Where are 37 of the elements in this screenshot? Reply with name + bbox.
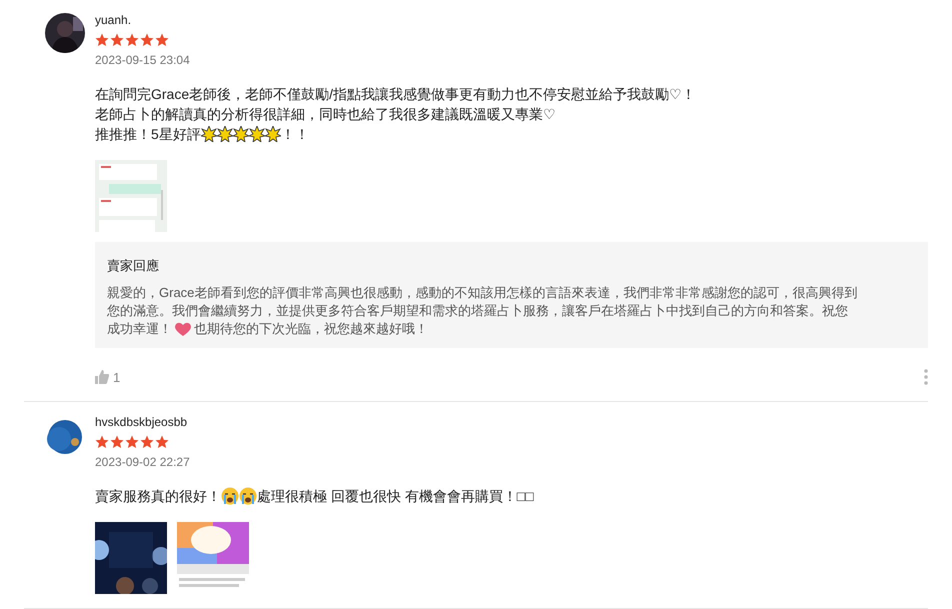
username: hvskdbskbjeosbb (95, 415, 188, 429)
review-date: 2023-09-15 23:04 (95, 53, 191, 67)
sparkle-star-icon (216, 126, 233, 142)
more-icon (924, 369, 928, 386)
star-icon (155, 33, 169, 47)
crying-face-icon (221, 487, 239, 505)
sparkle-star-icon (264, 126, 281, 142)
sparkle-star-icon (200, 126, 217, 142)
like-icon[interactable] (95, 370, 109, 384)
review-date: 2023-09-02 22:27 (95, 455, 191, 469)
star-icon (95, 435, 109, 449)
reply-text: 也期待您的下次光臨，祝您越來越好哦！ (194, 320, 428, 338)
star-icon (110, 33, 124, 47)
review-text: 推推推！5星好評 (95, 125, 201, 144)
star-icon (95, 33, 109, 47)
sparkle-star-icon (232, 126, 249, 142)
avatar (45, 13, 85, 53)
reply-title: 賣家回應 (107, 257, 160, 275)
review-text: ！！ (280, 125, 309, 144)
reply-text: 親愛的，Grace老師看到您的評價非常高興也很感動，感動的不知該用怎樣的言語來表達，我們非常非常感謝您的認可，很高興得到 (107, 284, 858, 302)
star-icon (155, 435, 169, 449)
star-icon (110, 435, 124, 449)
review-text: 處理很積極 回覆也很快 有機會會再購買！□□ (257, 487, 534, 506)
star-icon (140, 435, 154, 449)
review-text: 賣家服務真的很好！ (95, 487, 221, 506)
reply-text: 您的滿意。我們會繼續努力，並提供更多符合客戶期望和需求的塔羅占卜服務，讓客戶在塔羅占卜中找到自己的方向和答案。祝您 (107, 302, 848, 320)
review-text: 老師占卜的解讀真的分析得很詳細，同時也給了我很多建議既溫暖又專業♡ (95, 105, 556, 124)
star-icon (125, 435, 139, 449)
star-icon (125, 33, 139, 47)
reply-text: 成功幸運！ (107, 320, 172, 338)
like-count: 1 (113, 368, 120, 386)
review-text: 在詢問完Grace老師後，老師不僅鼓勵/指點我讓我感覺做事更有動力也不停安慰並給予我鼓勵♡！ (95, 85, 696, 104)
sparkle-star-icon (248, 126, 265, 142)
crying-face-icon (239, 487, 257, 505)
username: yuanh. (95, 13, 132, 27)
star-icon (140, 33, 154, 47)
heart-icon (174, 320, 192, 336)
